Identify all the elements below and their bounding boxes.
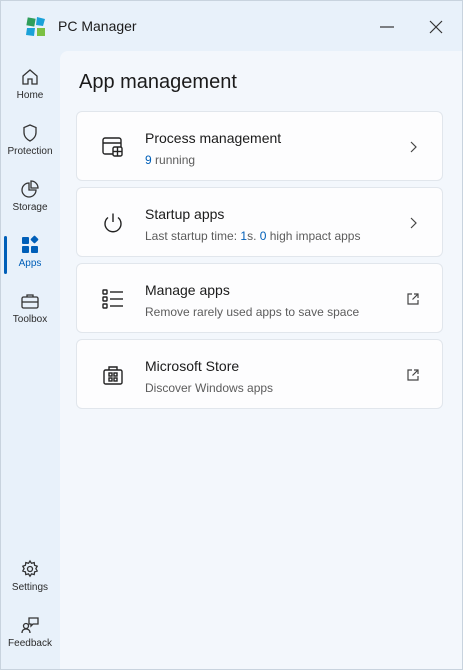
open-external-icon <box>407 369 419 381</box>
pie-chart-icon <box>21 180 39 198</box>
minimize-icon <box>380 26 394 28</box>
sidebar-item-label: Feedback <box>8 638 52 649</box>
sidebar-item-label: Storage <box>12 202 48 213</box>
close-button[interactable] <box>420 11 452 43</box>
app-title: PC Manager <box>58 18 137 34</box>
close-icon <box>429 20 443 34</box>
manage-apps-card[interactable]: Manage apps Remove rarely used apps to s… <box>76 263 443 333</box>
sidebar-item-label: Settings <box>11 582 49 593</box>
card-subtitle: Remove rarely used apps to save space <box>145 305 360 319</box>
process-management-card[interactable]: Process management 9 running <box>76 111 443 181</box>
card-subtitle: Last startup time: 1s. 0 high impact app… <box>145 229 360 243</box>
card-subtitle: 9 running <box>145 153 195 167</box>
sidebar-item-protection[interactable]: Protection <box>1 123 59 175</box>
shield-icon <box>23 124 37 142</box>
sidebar-item-toolbox[interactable]: Toolbox <box>1 291 59 343</box>
running-label: running <box>151 153 196 167</box>
process-window-icon <box>102 137 123 157</box>
store-bag-icon <box>103 366 123 385</box>
sidebar-item-storage[interactable]: Storage <box>1 179 59 231</box>
apps-icon <box>22 235 39 253</box>
toolbox-icon <box>21 294 39 309</box>
startup-suffix: high impact apps <box>266 229 361 243</box>
sidebar-item-settings[interactable]: Settings <box>1 559 59 611</box>
startup-apps-card[interactable]: Startup apps Last startup time: 1s. 0 hi… <box>76 187 443 257</box>
sidebar-item-apps[interactable]: Apps <box>1 235 59 287</box>
running-count: 9 <box>145 153 152 167</box>
feedback-icon <box>21 617 39 634</box>
card-title: Process management <box>145 130 282 146</box>
minimize-button[interactable] <box>371 11 403 43</box>
sidebar-item-label: Apps <box>18 258 42 269</box>
main-content: App management Process management 9 runn… <box>60 51 462 669</box>
sidebar-item-label: Protection <box>7 146 53 157</box>
card-subtitle: Discover Windows apps <box>145 381 274 395</box>
sidebar-item-feedback[interactable]: Feedback <box>1 615 59 667</box>
list-icon <box>102 289 123 309</box>
title-bar[interactable]: PC Manager <box>1 1 462 51</box>
sidebar-nav: Home Protection Storage Apps Toolbox Set… <box>1 51 59 669</box>
pc-manager-window: PC Manager Home Protection Storage Apps … <box>0 0 463 670</box>
startup-prefix: Last startup time: <box>145 229 241 243</box>
open-external-icon <box>407 293 419 305</box>
home-icon <box>22 69 38 85</box>
startup-mid: s. <box>247 229 260 243</box>
sidebar-item-label: Toolbox <box>12 314 48 325</box>
microsoft-store-card[interactable]: Microsoft Store Discover Windows apps <box>76 339 443 409</box>
chevron-right-icon <box>410 217 417 229</box>
pc-manager-logo-icon <box>26 17 45 36</box>
power-icon <box>104 213 122 233</box>
card-title: Startup apps <box>145 206 225 222</box>
chevron-right-icon <box>410 141 417 153</box>
sidebar-item-label: Home <box>16 90 44 101</box>
card-title: Manage apps <box>145 282 230 298</box>
gear-icon <box>21 559 39 578</box>
page-title: App management <box>79 71 237 93</box>
sidebar-item-home[interactable]: Home <box>1 67 59 119</box>
card-title: Microsoft Store <box>145 358 240 374</box>
